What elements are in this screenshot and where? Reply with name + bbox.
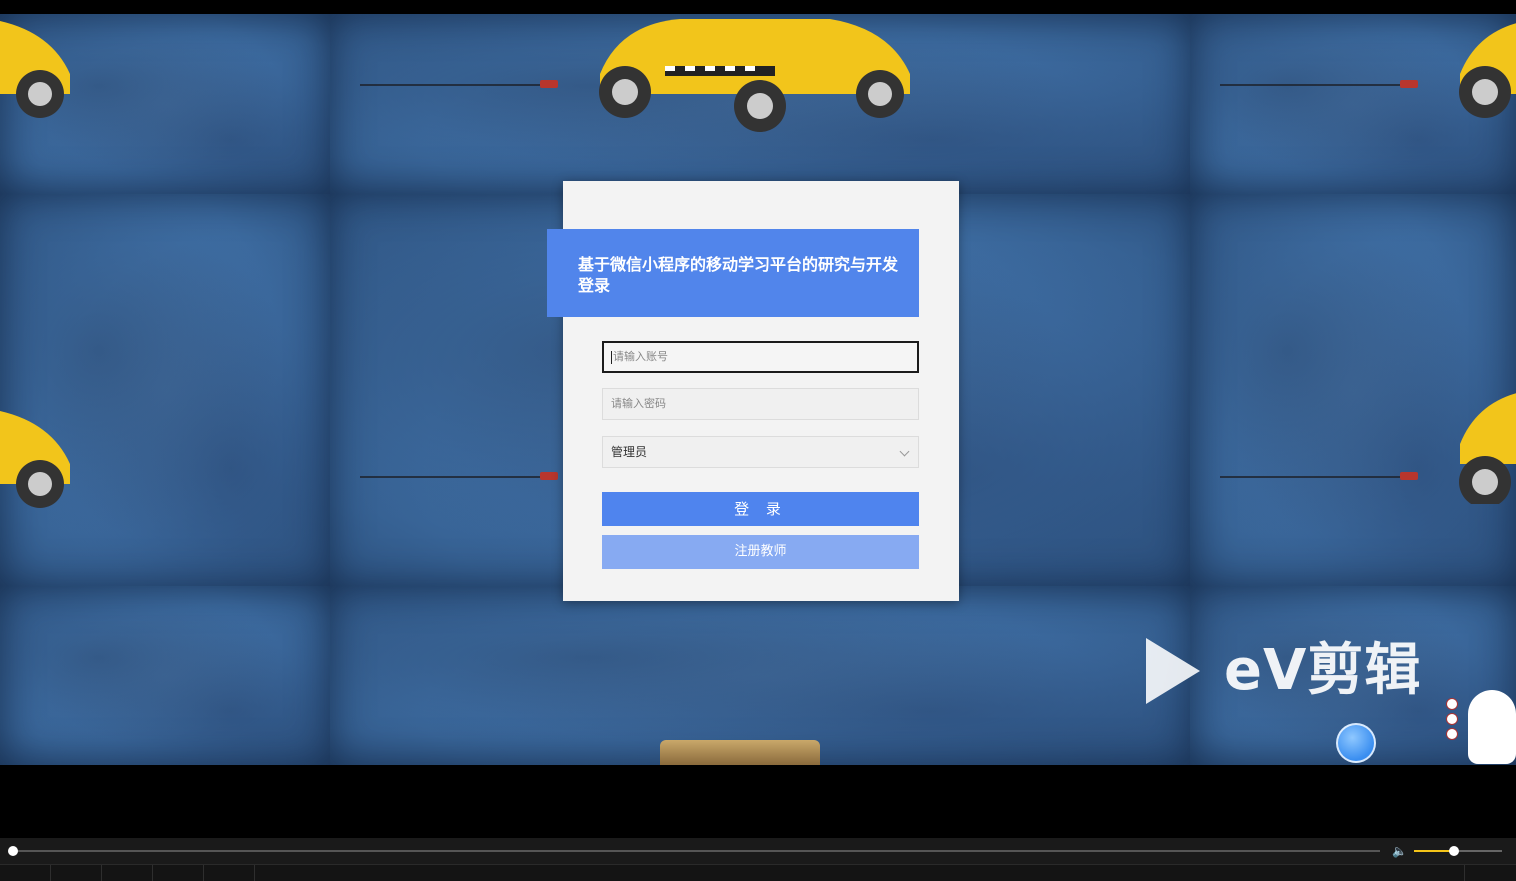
player-control-bar: 🔈 [0, 838, 1516, 881]
mascot-sticker [1468, 690, 1516, 764]
account-placeholder: 请输入账号 [613, 350, 668, 363]
login-button[interactable]: 登 录 [602, 492, 919, 526]
volume-slider[interactable] [1414, 846, 1502, 856]
plug [540, 472, 558, 480]
cable-line [360, 84, 550, 86]
background-tile [0, 586, 330, 765]
yellow-taxi-illustration [590, 14, 920, 134]
role-selected-value: 管理员 [611, 445, 648, 459]
player-bottom-strip [0, 864, 1516, 881]
yellow-taxi-illustration [1450, 384, 1516, 504]
floating-ball-icon[interactable] [1336, 723, 1376, 763]
cable-line [360, 476, 550, 478]
toolbar-dot-icon[interactable] [1446, 713, 1458, 725]
progress-bar[interactable] [12, 850, 1380, 852]
yellow-taxi-illustration [0, 404, 80, 524]
plug [540, 80, 558, 88]
password-placeholder: 请输入密码 [611, 397, 666, 410]
divider [101, 865, 102, 881]
play-logo-icon [1146, 638, 1200, 704]
yellow-taxi-illustration [1450, 14, 1516, 134]
plug [1400, 472, 1418, 480]
account-input[interactable]: 请输入账号 [602, 341, 919, 373]
background-tile [0, 194, 330, 586]
register-teacher-button[interactable]: 注册教师 [602, 535, 919, 569]
volume-knob[interactable] [1448, 846, 1459, 856]
taxi-roof-illustration [660, 740, 820, 765]
chevron-down-icon [899, 446, 910, 457]
cable-line [1220, 84, 1410, 86]
ev-watermark: eV剪辑 [1142, 636, 1442, 710]
toolbar-dot-icon[interactable] [1446, 698, 1458, 710]
divider [50, 865, 51, 881]
divider [152, 865, 153, 881]
role-select[interactable]: 管理员 [602, 436, 919, 468]
login-title: 基于微信小程序的移动学习平台的研究与开发登录 [547, 229, 919, 317]
divider [203, 865, 204, 881]
side-toolbar [1446, 698, 1460, 743]
plug [1400, 80, 1418, 88]
text-caret [611, 350, 612, 364]
video-player-window: 基于微信小程序的移动学习平台的研究与开发登录 请输入账号 请输入密码 管理员 登… [0, 0, 1516, 881]
password-input[interactable]: 请输入密码 [602, 388, 919, 420]
top-black-bar [0, 0, 1516, 14]
cable-line [1220, 476, 1410, 478]
volume-icon[interactable]: 🔈 [1392, 844, 1408, 858]
divider [254, 865, 255, 881]
volume-fill [1414, 850, 1454, 852]
ev-brand-text: eV剪辑 [1224, 638, 1422, 703]
toolbar-dot-icon[interactable] [1446, 728, 1458, 740]
yellow-taxi-illustration [0, 14, 80, 134]
divider [1464, 865, 1465, 881]
background-tile [330, 586, 1190, 765]
progress-knob[interactable] [8, 846, 18, 856]
